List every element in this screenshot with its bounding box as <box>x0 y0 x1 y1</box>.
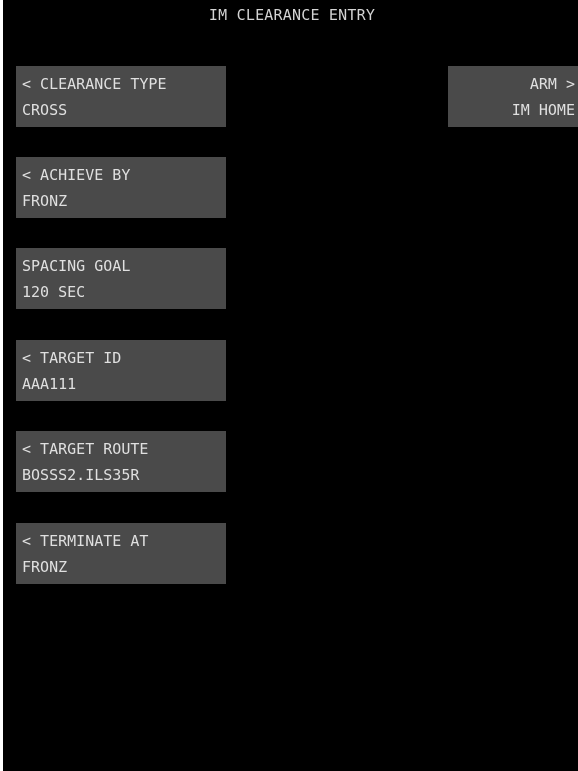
spacing-goal-value: 120 SEC <box>22 283 86 301</box>
target-route-label: < TARGET ROUTE <box>22 440 149 458</box>
spacing-goal-label: SPACING GOAL <box>22 257 131 275</box>
terminate-at-value: FRONZ <box>22 558 68 576</box>
target-id-label: < TARGET ID <box>22 349 122 367</box>
target-id-button[interactable]: < TARGET ID AAA111 <box>16 340 226 401</box>
arm-label: ARM > <box>529 75 575 93</box>
target-route-button[interactable]: < TARGET ROUTE BOSSS2.ILS35R <box>16 431 226 492</box>
terminate-at-label: < TERMINATE AT <box>22 532 149 550</box>
clearance-type-button[interactable]: < CLEARANCE TYPE CROSS <box>16 66 226 127</box>
target-id-value: AAA111 <box>22 375 77 393</box>
terminate-at-button[interactable]: < TERMINATE AT FRONZ <box>16 523 226 584</box>
im-home-value: IM HOME <box>511 101 575 119</box>
target-route-value: BOSSS2.ILS35R <box>22 466 140 484</box>
arm-button[interactable]: ARM > IM HOME <box>448 66 578 127</box>
achieve-by-value: FRONZ <box>22 192 68 210</box>
achieve-by-button[interactable]: < ACHIEVE BY FRONZ <box>16 157 226 218</box>
spacing-goal-button[interactable]: SPACING GOAL 120 SEC <box>16 248 226 309</box>
clearance-type-value: CROSS <box>22 101 68 119</box>
im-clearance-screen: IM CLEARANCE ENTRY < CLEARANCE TYPE CROS… <box>0 0 578 771</box>
clearance-type-label: < CLEARANCE TYPE <box>22 75 167 93</box>
achieve-by-label: < ACHIEVE BY <box>22 166 131 184</box>
page-title: IM CLEARANCE ENTRY <box>208 6 376 24</box>
